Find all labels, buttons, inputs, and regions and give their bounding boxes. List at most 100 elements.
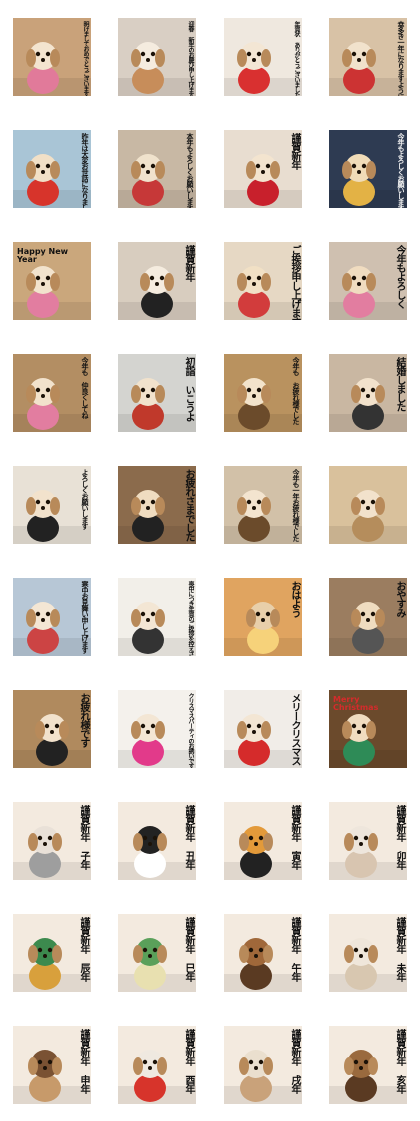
sticker-tile[interactable]: ご挨拶申し上げます	[224, 242, 302, 320]
sticker-tile[interactable]: Merry Christmas	[329, 690, 407, 768]
sticker-image	[118, 18, 196, 96]
sticker-tile[interactable]: よろしくお願いします	[13, 466, 91, 544]
sticker-tile[interactable]: 今年もよろしく	[329, 242, 407, 320]
sticker-tile[interactable]: お疲れさまでした	[118, 466, 196, 544]
sticker-tile[interactable]: 謹賀新年 寅年	[224, 802, 302, 880]
sticker-caption: 謹賀新年 未年	[394, 917, 405, 981]
sticker-tile[interactable]: 謹賀新年 申年	[13, 1026, 91, 1104]
sticker-caption: 寒中お見舞い申し上げます	[81, 581, 89, 653]
sticker-caption: 謹賀新年 巳年	[183, 917, 194, 981]
sticker-image	[13, 130, 91, 208]
sticker-caption: 謹賀新年 午年	[289, 917, 300, 981]
sticker-tile[interactable]: おはよう	[224, 578, 302, 656]
sticker-tile[interactable]: 謹賀新年 卯年	[329, 802, 407, 880]
sticker-caption: Merry Christmas	[333, 695, 379, 713]
sticker-tile[interactable]: 幸多き一年になりますように	[329, 18, 407, 96]
sticker-caption: 謹賀新年 卯年	[394, 805, 405, 869]
sticker-tile[interactable]: 迎春 新年のお慶び申し上げます	[118, 18, 196, 96]
sticker-row: 今年も 仲良くしてね 初詣 いこうよ 今年も お疲れ様でした 結婚しました	[0, 354, 420, 432]
sticker-caption: 今年もよろしく	[394, 245, 405, 308]
sticker-caption: おやすみ	[394, 581, 405, 617]
sticker-caption: クリスマスパーティのお誘いです	[187, 693, 194, 768]
sticker-caption: 謹賀新年	[183, 245, 194, 281]
sticker-row: お疲れ様です クリスマスパーティのお誘いです メリークリスマス Merry Chris…	[0, 690, 420, 768]
sticker-caption: 謹賀新年	[289, 133, 300, 169]
sticker-caption: 今年も 仲良くしてね	[81, 357, 89, 418]
sticker-row: よろしくお願いします お疲れさまでした 今年も一年お疲れ様でした	[0, 466, 420, 544]
sticker-caption: Happy New Year	[17, 247, 69, 265]
sticker-tile[interactable]: 謹賀新年 亥年	[329, 1026, 407, 1104]
sticker-row: 謹賀新年 申年 謹賀新年 酉年 謹賀新年 戌年 謹賀新年 亥年	[0, 1026, 420, 1104]
sticker-tile[interactable]: 謹賀新年 未年	[329, 914, 407, 992]
sticker-caption: おはよう	[289, 581, 300, 617]
sticker-image	[224, 354, 302, 432]
sticker-tile[interactable]: 謹賀新年 子年	[13, 802, 91, 880]
sticker-caption: 謹賀新年 申年	[78, 1029, 89, 1093]
sticker-caption: 明けましておめでとうございます	[82, 21, 89, 96]
sticker-tile[interactable]: 謹賀新年 辰年	[13, 914, 91, 992]
sticker-row: 謹賀新年 子年 謹賀新年 丑年 謹賀新年 寅年 謹賀新年 卯年	[0, 802, 420, 880]
sticker-tile[interactable]: 年賀状 ありがとうございました	[224, 18, 302, 96]
sticker-image	[224, 466, 302, 544]
sticker-tile[interactable]: おやすみ	[329, 578, 407, 656]
sticker-row: 明けましておめでとうございます 迎春 新年のお慶び申し上げます 年賀状 ありがとうご…	[0, 18, 420, 96]
sticker-tile[interactable]: メリークリスマス	[224, 690, 302, 768]
sticker-caption: 謹賀新年 子年	[78, 805, 89, 869]
sticker-tile[interactable]: 謹賀新年 丑年	[118, 802, 196, 880]
sticker-tile[interactable]: 本年もよろしくお願いします	[118, 130, 196, 208]
sticker-caption: メリークリスマス	[289, 693, 300, 765]
sticker-row: 寒中お見舞い申し上げます 喪中につき年賀のご挨拶を控えさせていただきます おはよう お…	[0, 578, 420, 656]
sticker-tile[interactable]: クリスマスパーティのお誘いです	[118, 690, 196, 768]
sticker-tile[interactable]: 今年も一年お疲れ様でした	[224, 466, 302, 544]
sticker-caption: 謹賀新年 戌年	[289, 1029, 300, 1093]
sticker-caption: 今年もよろしくお願いします	[397, 133, 405, 208]
sticker-caption: 本年もよろしくお願いします	[186, 133, 194, 208]
sticker-image	[13, 578, 91, 656]
sticker-tile[interactable]: 明けましておめでとうございます	[13, 18, 91, 96]
sticker-tile[interactable]: 謹賀新年 戌年	[224, 1026, 302, 1104]
sticker-row: 謹賀新年 辰年 謹賀新年 巳年 謹賀新年 午年 謹賀新年 未年	[0, 914, 420, 992]
sticker-caption: お疲れ様です	[78, 693, 89, 747]
sticker-image	[118, 690, 196, 768]
sticker-caption: よろしくお願いします	[81, 469, 89, 529]
sticker-image	[13, 354, 91, 432]
sticker-caption: 謹賀新年 丑年	[183, 805, 194, 869]
sticker-tile[interactable]: 謹賀新年	[118, 242, 196, 320]
sticker-caption: 謹賀新年 寅年	[289, 805, 300, 869]
sticker-tile[interactable]: 昨年は大変お世話になりました	[13, 130, 91, 208]
sticker-caption: 喪中につき年賀のご挨拶を控えさせていただきます	[187, 581, 194, 656]
sticker-tile[interactable]: 謹賀新年	[224, 130, 302, 208]
sticker-caption: 結婚しました	[394, 357, 405, 411]
sticker-tile[interactable]: 寒中お見舞い申し上げます	[13, 578, 91, 656]
sticker-image	[329, 466, 407, 544]
sticker-tile[interactable]: 初詣 いこうよ	[118, 354, 196, 432]
sticker-image	[224, 18, 302, 96]
sticker-caption: 謹賀新年 辰年	[78, 917, 89, 981]
sticker-image	[13, 18, 91, 96]
sticker-caption: 今年も一年お疲れ様でした	[292, 469, 300, 541]
sticker-tile[interactable]: 謹賀新年 酉年	[118, 1026, 196, 1104]
sticker-caption: ご挨拶申し上げます	[289, 245, 300, 320]
sticker-row: Happy New Year 謹賀新年 ご挨拶申し上げます 今年もよろしく	[0, 242, 420, 320]
sticker-caption: 今年も お疲れ様でした	[292, 357, 300, 424]
sticker-tile[interactable]	[329, 466, 407, 544]
sticker-caption: 昨年は大変お世話になりました	[81, 133, 89, 208]
sticker-caption: 迎春 新年のお慶び申し上げます	[187, 21, 194, 96]
sticker-caption: 謹賀新年 酉年	[183, 1029, 194, 1093]
sticker-caption: 初詣 いこうよ	[183, 357, 194, 421]
sticker-tile[interactable]: 今年も お疲れ様でした	[224, 354, 302, 432]
sticker-tile[interactable]: Happy New Year	[13, 242, 91, 320]
sticker-tile[interactable]: 謹賀新年 巳年	[118, 914, 196, 992]
sticker-tile[interactable]: 今年もよろしくお願いします	[329, 130, 407, 208]
sticker-image	[13, 466, 91, 544]
sticker-image	[329, 18, 407, 96]
sticker-tile[interactable]: 喪中につき年賀のご挨拶を控えさせていただきます	[118, 578, 196, 656]
sticker-tile[interactable]: 結婚しました	[329, 354, 407, 432]
sticker-tile[interactable]: お疲れ様です	[13, 690, 91, 768]
sticker-caption: 謹賀新年 亥年	[394, 1029, 405, 1093]
sticker-row: 昨年は大変お世話になりました 本年もよろしくお願いします 謹賀新年 今年もよろしくお願…	[0, 130, 420, 208]
sticker-tile[interactable]: 今年も 仲良くしてね	[13, 354, 91, 432]
sticker-grid: 明けましておめでとうございます 迎春 新年のお慶び申し上げます 年賀状 ありがとうご…	[0, 0, 420, 1121]
sticker-tile[interactable]: 謹賀新年 午年	[224, 914, 302, 992]
sticker-caption: お疲れさまでした	[183, 469, 194, 541]
